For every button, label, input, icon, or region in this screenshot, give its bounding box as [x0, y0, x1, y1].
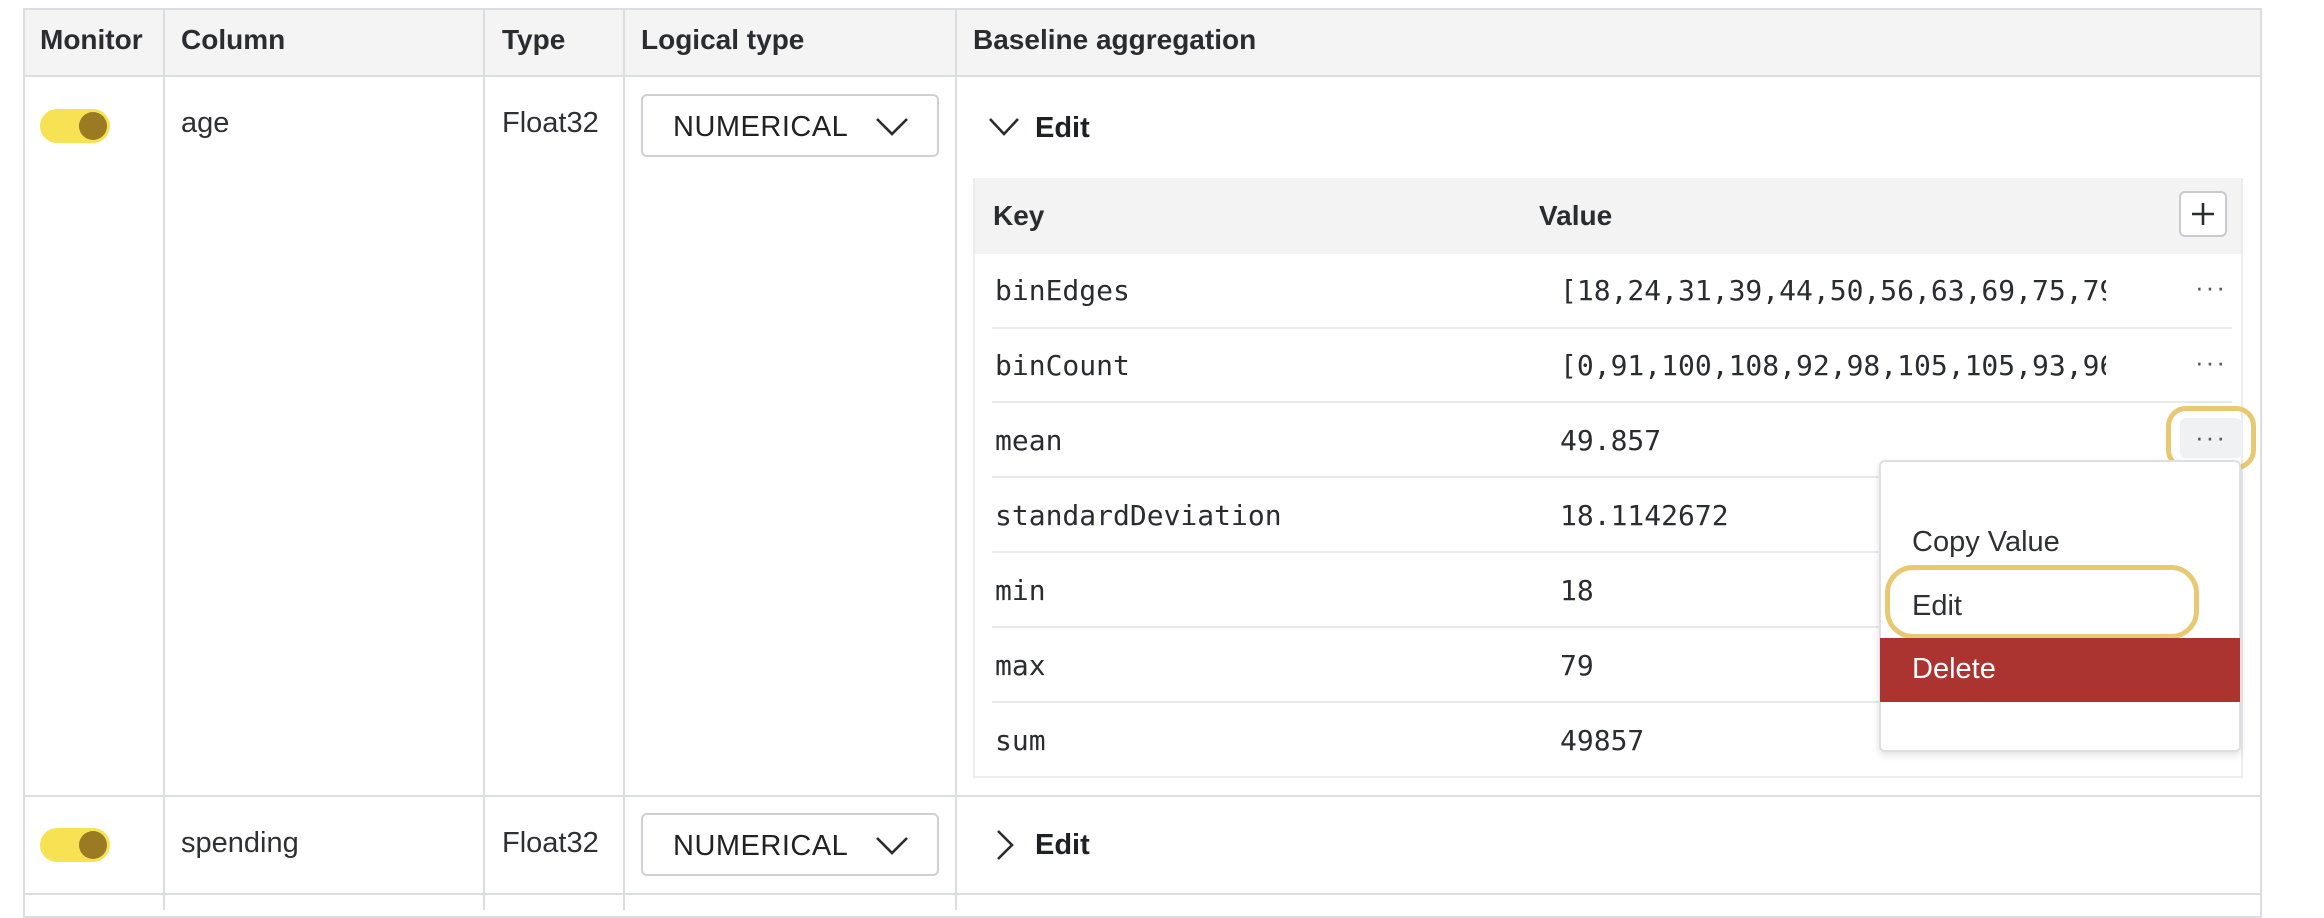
col-divider	[483, 10, 485, 910]
header-logical-type: Logical type	[641, 24, 805, 55]
header-baseline-aggregation: Baseline aggregation	[973, 24, 1257, 55]
kv-row-divider	[992, 401, 2232, 403]
col-divider	[163, 10, 165, 910]
column-type: Float32	[502, 827, 599, 859]
kv-key: binEdges	[995, 274, 1130, 307]
menu-edit[interactable]: Edit	[1912, 590, 1962, 623]
menu-delete-label: Delete	[1912, 653, 1996, 685]
kv-key: binCount	[995, 349, 1130, 382]
edit-label: Edit	[1035, 829, 1090, 861]
menu-delete[interactable]: Delete	[1880, 638, 2240, 702]
logical-type-select-age[interactable]: NUMERICAL	[641, 94, 939, 157]
monitor-toggle-age[interactable]	[40, 109, 110, 143]
menu-copy-value[interactable]: Copy Value	[1912, 526, 2060, 559]
kv-value: [0,91,100,108,92,98,105,105,93,96]	[1560, 349, 2106, 382]
kv-header-key: Key	[993, 200, 1045, 231]
row-divider	[25, 893, 2260, 895]
edit-label: Edit	[1035, 112, 1090, 144]
more-button-mean[interactable]: ···	[2180, 418, 2242, 458]
chevron-down-icon	[876, 837, 908, 855]
header-divider	[25, 75, 2260, 77]
col-divider	[955, 10, 957, 910]
kv-key: sum	[995, 724, 1046, 757]
kv-key: min	[995, 574, 1046, 607]
chevron-down-icon	[876, 118, 908, 136]
row-divider	[25, 795, 2260, 797]
header-type: Type	[502, 24, 566, 55]
kv-value: 18.1142672	[1560, 499, 1729, 532]
logical-type-value: NUMERICAL	[673, 111, 849, 143]
logical-type-value: NUMERICAL	[673, 830, 849, 862]
kv-header-value: Value	[1539, 200, 1613, 231]
chevron-down-icon	[989, 118, 1019, 136]
monitor-toggle-spending[interactable]	[40, 828, 110, 862]
kv-value: 79	[1560, 649, 1594, 682]
column-type: Float32	[502, 107, 599, 139]
header-monitor: Monitor	[40, 24, 143, 55]
more-horizontal-icon[interactable]: ···	[2181, 272, 2241, 303]
kv-value: [18,24,31,39,44,50,56,63,69,75,79]	[1560, 274, 2106, 307]
kv-key: mean	[995, 424, 1063, 457]
kv-value: 49857	[1560, 724, 1645, 757]
toggle-knob	[79, 831, 107, 859]
kv-key: max	[995, 649, 1046, 682]
kv-key: standardDeviation	[995, 499, 1282, 532]
toggle-knob	[79, 112, 107, 140]
kv-row-divider	[992, 327, 2232, 329]
column-name: age	[181, 107, 230, 139]
plus-icon	[2192, 203, 2214, 225]
col-divider	[623, 10, 625, 910]
logical-type-select-spending[interactable]: NUMERICAL	[641, 813, 939, 876]
column-name: spending	[181, 827, 299, 859]
add-key-button[interactable]	[2179, 191, 2227, 237]
kv-value: 18	[1560, 574, 1594, 607]
more-horizontal-icon[interactable]: ···	[2181, 347, 2241, 378]
header-column: Column	[181, 24, 286, 55]
more-horizontal-icon: ···	[2195, 422, 2227, 452]
chevron-right-icon	[997, 830, 1014, 860]
kv-value: 49.857	[1560, 424, 1662, 457]
